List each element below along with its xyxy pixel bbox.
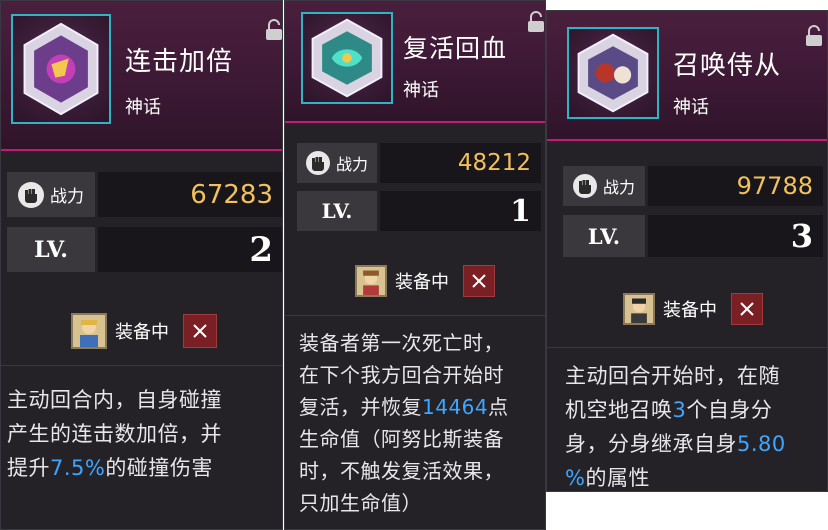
power-label: 战力: [602, 178, 635, 197]
hero-avatar: [355, 265, 387, 297]
equip-status: 装备中: [663, 300, 717, 321]
level-value-box: 2: [98, 227, 282, 272]
desc-line: 在下个我方回合开始时: [299, 363, 504, 387]
divider: [1, 365, 282, 366]
desc-line: 装备者第一次死亡时，: [299, 331, 504, 355]
skill-description: 装备者第一次死亡时， 在下个我方回合开始时 复活，并恢复14464点 生命值（阿…: [299, 327, 509, 519]
skill-title: 召唤侍从: [673, 51, 782, 81]
level-value: 2: [249, 229, 273, 270]
skill-card-1: 连击加倍 神话 战力 67283 LV. 2 装备中 主动回合内，自身碰撞 产生…: [0, 0, 283, 530]
fist-icon: [305, 151, 330, 175]
level-row: LV. 3: [563, 215, 823, 257]
desc-line: %的属性: [565, 466, 650, 490]
power-row: 战力 97788: [563, 166, 823, 206]
unequip-button[interactable]: [463, 265, 495, 297]
close-x-icon: [193, 324, 207, 338]
power-label-box: 战力: [297, 143, 377, 183]
skill-description: 主动回合内，自身碰撞 产生的连击数加倍，并 提升7.5%的碰撞伤害: [7, 383, 222, 485]
level-label: LV.: [34, 236, 68, 263]
power-value: 67283: [190, 179, 273, 210]
skill-card-3: 召唤侍从 神话 战力 97788 LV. 3 装备中 主动回合开始时，在随 机空…: [546, 10, 828, 492]
skill-rarity: 神话: [125, 97, 161, 118]
emblem-icon: [567, 27, 659, 119]
power-row: 战力 67283: [7, 172, 282, 217]
power-value-box: 67283: [98, 172, 282, 217]
desc-line: 主动回合内，自身碰撞: [7, 388, 222, 412]
level-label-box: LV.: [297, 191, 377, 231]
skill-title: 复活回血: [403, 34, 508, 63]
desc-line: 身，分身继承自身5.80: [565, 432, 786, 456]
equip-row: 装备中: [623, 293, 763, 325]
power-value: 97788: [736, 172, 813, 200]
desc-line: 复活，并恢复14464点: [299, 395, 509, 419]
highlight-value: 5.80: [737, 432, 786, 456]
skill-description: 主动回合开始时，在随 机空地召唤3个自身分 身，分身继承自身5.80 %的属性: [565, 359, 786, 491]
power-row: 战力 48212: [297, 143, 541, 183]
unequip-button[interactable]: [731, 293, 763, 325]
equip-status: 装备中: [395, 272, 449, 293]
level-value: 3: [790, 217, 813, 255]
level-label-box: LV.: [563, 215, 645, 257]
desc-line: 生命值（阿努比斯装备: [299, 427, 504, 451]
hero-avatar: [71, 313, 107, 349]
unequip-button[interactable]: [183, 314, 217, 348]
desc-line: 产生的连击数加倍，并: [7, 422, 222, 446]
highlight-value: 14464: [422, 395, 489, 419]
desc-line: 主动回合开始时，在随: [565, 364, 780, 388]
skill-rarity: 神话: [673, 97, 709, 118]
desc-line: 时，不触发复活效果，: [299, 459, 504, 483]
highlight-value: 7.5%: [50, 456, 106, 480]
power-label: 战力: [50, 187, 84, 207]
fist-icon: [18, 181, 44, 208]
power-label-box: 战力: [563, 166, 645, 206]
level-value: 1: [510, 193, 531, 229]
divider: [547, 347, 827, 348]
padlock-open-icon[interactable]: [265, 19, 282, 41]
desc-line: 提升7.5%的碰撞伤害: [7, 456, 213, 480]
power-value: 48212: [457, 150, 531, 176]
hero-avatar: [623, 293, 655, 325]
skill-rarity: 神话: [403, 80, 439, 101]
level-label-box: LV.: [7, 227, 95, 272]
equip-status: 装备中: [115, 322, 169, 343]
power-value-box: 97788: [648, 166, 823, 206]
skill-title: 连击加倍: [125, 47, 234, 77]
level-value-box: 3: [648, 215, 823, 257]
power-label: 战力: [335, 155, 368, 174]
power-label-box: 战力: [7, 172, 95, 217]
level-label: LV.: [587, 223, 621, 249]
close-x-icon: [740, 302, 754, 316]
highlight-value: %: [565, 466, 586, 490]
equip-row: 装备中: [71, 313, 217, 349]
emblem-icon: [11, 14, 111, 124]
level-value-box: 1: [380, 191, 541, 231]
level-row: LV. 1: [297, 191, 541, 231]
padlock-open-icon[interactable]: [805, 25, 823, 47]
skill-card-2: 复活回血 神话 战力 48212 LV. 1 装备中 装备者第一次死亡时， 在下…: [284, 0, 546, 530]
equip-row: 装备中: [355, 265, 495, 297]
level-label: LV.: [321, 199, 353, 223]
fist-icon: [572, 174, 597, 198]
highlight-value: 3: [672, 398, 687, 422]
power-value-box: 48212: [380, 143, 541, 183]
close-x-icon: [472, 274, 486, 288]
emblem-icon: [301, 12, 393, 104]
desc-line: 只加生命值）: [299, 491, 422, 515]
level-row: LV. 2: [7, 227, 282, 272]
padlock-open-icon[interactable]: [527, 11, 545, 33]
desc-line: 机空地召唤3个自身分: [565, 398, 773, 422]
divider: [285, 315, 545, 316]
